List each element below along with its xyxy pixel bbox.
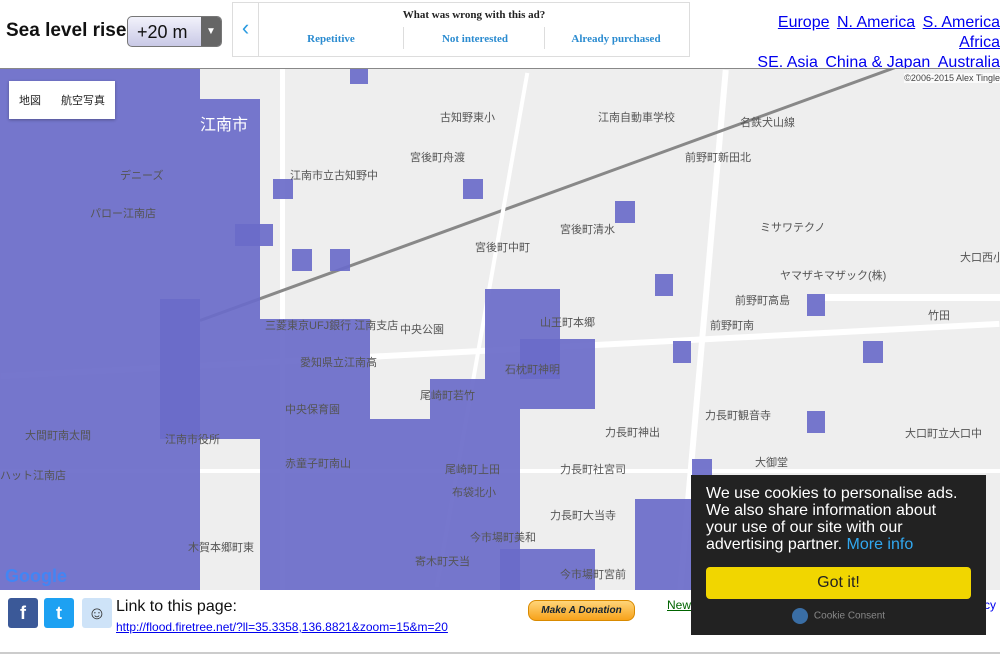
- map-label: 中央公園: [400, 324, 444, 336]
- map-label: 竹田: [928, 310, 950, 322]
- cookie-text: We use cookies to personalise ads. We al…: [706, 485, 958, 553]
- map-type-control: 地図 航空写真: [9, 81, 115, 119]
- map-label: 中央保育園: [285, 404, 340, 416]
- twitter-icon[interactable]: t: [44, 598, 74, 628]
- map-label: 大口西小: [960, 252, 1000, 264]
- railway: [199, 69, 953, 322]
- map-label: 江南自動車学校: [598, 112, 675, 124]
- reddit-icon[interactable]: ☺: [82, 598, 112, 628]
- map-label: 前野町高島: [735, 295, 790, 307]
- ad-question: What was wrong with this ad?: [402, 9, 546, 21]
- map-label: 江南市役所: [165, 434, 220, 446]
- map-label: 今市場町宮前: [560, 569, 626, 581]
- map-label: 赤童子町南山: [285, 458, 351, 470]
- map-label: 力長町大当寺: [550, 510, 616, 522]
- map-label: 江南市: [200, 117, 249, 134]
- header: Sea level rise: +20 m ▼ ‹ What was wrong …: [0, 0, 1000, 71]
- map-label: デニーズ: [120, 170, 164, 182]
- link-label: Link to this page:: [116, 598, 237, 615]
- road: [820, 294, 1000, 301]
- sea-level-select[interactable]: +20 m ▼: [127, 16, 222, 47]
- flood-area: [655, 274, 673, 296]
- region-n-america[interactable]: N. America: [837, 14, 915, 31]
- map-label: パロー江南店: [90, 208, 156, 220]
- map-label: 力長町神出: [605, 427, 660, 439]
- flood-area: [292, 249, 312, 271]
- new-link[interactable]: New: [667, 598, 691, 612]
- got-it-button[interactable]: Got it!: [706, 567, 971, 599]
- flood-area: [350, 69, 368, 84]
- page-link[interactable]: http://flood.firetree.net/?ll=35.3358,13…: [116, 620, 448, 634]
- region-s-america[interactable]: S. America: [923, 14, 1000, 31]
- flood-area: [615, 201, 635, 223]
- map-label: 大御堂: [755, 457, 788, 469]
- map-label: ハット江南店: [0, 470, 66, 482]
- map-label: 尾崎町上田: [445, 464, 500, 476]
- map-label: 今市場町美和: [470, 532, 536, 544]
- map-label: 寄木町天当: [415, 556, 470, 568]
- region-links: Europe N. America S. America Africa SE. …: [738, 13, 1000, 73]
- map-label: 前野町南: [710, 320, 754, 332]
- facebook-icon[interactable]: f: [8, 598, 38, 628]
- back-chevron-icon[interactable]: ‹: [233, 3, 259, 56]
- region-europe[interactable]: Europe: [778, 14, 830, 31]
- map-label: 名鉄犬山線: [740, 117, 795, 129]
- map-label: 三菱東京UFJ銀行 江南支店: [265, 320, 399, 332]
- flood-area: [235, 224, 273, 246]
- flood-area: [807, 294, 825, 316]
- map-label: 江南市立古知野中: [290, 170, 378, 182]
- map-label: 古知野東小: [440, 112, 495, 124]
- ad-feedback: ‹ What was wrong with this ad? Repetitiv…: [232, 2, 690, 57]
- map-label: 宮後町清水: [560, 224, 615, 236]
- cookie-brand: Cookie Consent: [813, 610, 886, 622]
- map-label: 尾崎町若竹: [420, 390, 475, 402]
- map-label: ミサワテクノ: [760, 222, 826, 234]
- map-label: 木賀本郷町東: [188, 542, 254, 554]
- map-copyright: ©2006-2015 Alex Tingle: [904, 73, 1000, 83]
- map-label: 力長町観音寺: [705, 410, 771, 422]
- ad-option-repetitive[interactable]: Repetitive: [261, 33, 401, 45]
- cookie-banner: We use cookies to personalise ads. We al…: [691, 475, 986, 635]
- map-label: ヤマザキマザック(株): [780, 270, 887, 282]
- ad-option-not-interested[interactable]: Not interested: [405, 33, 545, 45]
- flood-area: [673, 341, 691, 363]
- flood-area: [863, 341, 883, 363]
- flood-area: [330, 249, 350, 271]
- map-label: 力長町社宮司: [560, 464, 626, 476]
- donate-button[interactable]: Make A Donation: [528, 600, 635, 621]
- region-africa[interactable]: Africa: [959, 34, 1000, 51]
- more-info-link[interactable]: More info: [847, 536, 914, 553]
- ad-option-already-purchased[interactable]: Already purchased: [546, 33, 686, 45]
- map-label: 愛知県立江南高: [300, 357, 377, 369]
- map-type-satellite[interactable]: 航空写真: [51, 81, 115, 119]
- map-label: 布袋北小: [452, 487, 496, 499]
- map-label: 石枕町神明: [505, 364, 560, 376]
- flood-area: [635, 499, 695, 590]
- map-label: 山王町本郷: [540, 317, 595, 329]
- map-label: 大口町立大口中: [905, 428, 982, 440]
- chevron-down-icon: ▼: [201, 17, 221, 46]
- sea-level-label: Sea level rise:: [6, 20, 133, 41]
- cookie-consent-logo-icon: [791, 608, 808, 624]
- flood-area: [463, 179, 483, 199]
- divider: [403, 27, 404, 49]
- map-label: 前野町新田北: [685, 152, 751, 164]
- map-label: 大間町南太間: [25, 430, 91, 442]
- map-label: 宮後町舟渡: [410, 152, 465, 164]
- flood-area: [160, 299, 260, 439]
- divider: [544, 27, 545, 49]
- flood-area: [807, 411, 825, 433]
- map-type-map[interactable]: 地図: [9, 81, 51, 119]
- map-label: 宮後町中町: [475, 242, 530, 254]
- google-logo: Google: [5, 566, 67, 586]
- sea-level-value: +20 m: [137, 22, 188, 42]
